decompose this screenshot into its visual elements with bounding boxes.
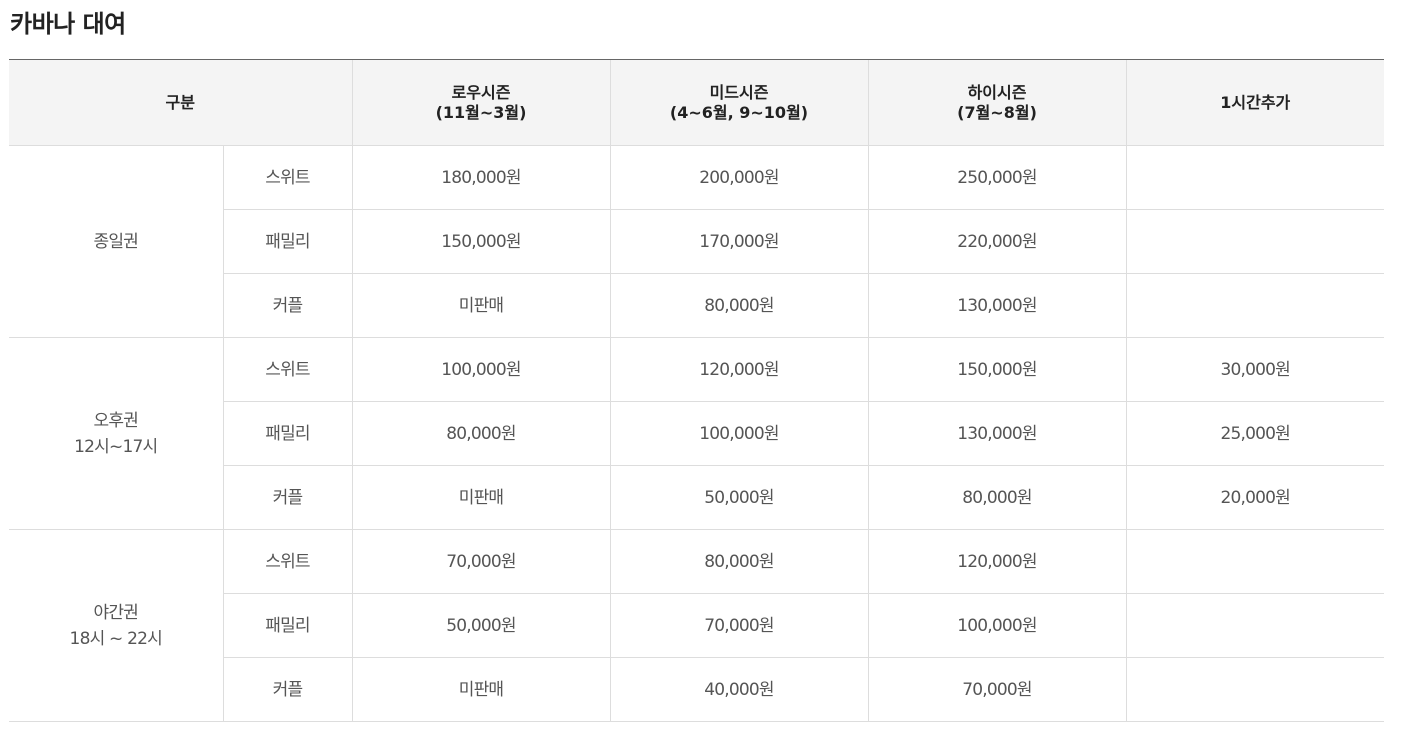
price-low: 미판매 (351, 657, 611, 722)
header-high-season-period: (7월~8월) (957, 102, 1037, 122)
price-low: 180,000원 (351, 145, 611, 210)
price-high: 70,000원 (867, 657, 1127, 722)
price-high: 130,000원 (867, 273, 1127, 338)
price-low: 50,000원 (351, 593, 611, 658)
price-extra: 30,000원 (1125, 337, 1385, 402)
room-type: 스위트 (222, 145, 353, 210)
group-time: 12시~17시 (74, 436, 158, 457)
room-type: 패밀리 (222, 593, 353, 658)
price-mid: 50,000원 (609, 465, 869, 530)
price-extra: 25,000원 (1125, 401, 1385, 466)
price-mid: 200,000원 (609, 145, 869, 210)
price-low: 100,000원 (351, 337, 611, 402)
table-row: 종일권 스위트 180,000원 200,000원 250,000원 (9, 145, 1385, 338)
price-mid: 120,000원 (609, 337, 869, 402)
price-extra (1125, 657, 1385, 722)
price-low: 80,000원 (351, 401, 611, 466)
price-low: 150,000원 (351, 209, 611, 274)
group-cell-afternoon: 오후권 12시~17시 (9, 337, 223, 530)
price-extra: 20,000원 (1125, 465, 1385, 530)
group-cell-night: 야간권 18시 ~ 22시 (9, 529, 223, 722)
price-mid: 80,000원 (609, 273, 869, 338)
group-time: 18시 ~ 22시 (69, 628, 163, 649)
price-mid: 80,000원 (609, 529, 869, 594)
group-name: 종일권 (93, 231, 139, 252)
price-extra (1125, 209, 1385, 274)
room-type: 패밀리 (222, 401, 353, 466)
header-row: 구분 로우시즌 (11월~3월) 미드시즌 (4~6월, 9~10월) 하이시즌… (9, 59, 1385, 146)
price-high: 120,000원 (867, 529, 1127, 594)
price-high: 250,000원 (867, 145, 1127, 210)
group-cell-full-day: 종일권 (9, 145, 223, 338)
table-body: 종일권 스위트 180,000원 200,000원 250,000원 패밀리 1… (9, 145, 1385, 722)
header-high-season-name: 하이시즌 (967, 82, 1027, 102)
price-extra (1125, 273, 1385, 338)
price-high: 220,000원 (867, 209, 1127, 274)
room-type: 커플 (222, 273, 353, 338)
price-low: 미판매 (351, 465, 611, 530)
room-type: 커플 (222, 465, 353, 530)
price-mid: 170,000원 (609, 209, 869, 274)
cabana-rate-table: 구분 로우시즌 (11월~3월) 미드시즌 (4~6월, 9~10월) 하이시즌… (9, 59, 1385, 722)
price-mid: 100,000원 (609, 401, 869, 466)
price-high: 100,000원 (867, 593, 1127, 658)
page: 카바나 대여 구분 로우시즌 (11월~3월) 미드시즌 (4~6월, 9~10… (0, 0, 1408, 741)
price-extra (1125, 145, 1385, 210)
price-low: 70,000원 (351, 529, 611, 594)
header-mid-season-name: 미드시즌 (709, 82, 769, 102)
price-high: 150,000원 (867, 337, 1127, 402)
header-mid-season-period: (4~6월, 9~10월) (669, 102, 809, 122)
header-extra-hour: 1시간추가 (1125, 59, 1385, 146)
header-low-season-period: (11월~3월) (435, 102, 527, 122)
header-high-season: 하이시즌 (7월~8월) (867, 59, 1127, 146)
room-type: 커플 (222, 657, 353, 722)
header-low-season: 로우시즌 (11월~3월) (351, 59, 611, 146)
header-low-season-name: 로우시즌 (451, 82, 511, 102)
room-type: 스위트 (222, 337, 353, 402)
price-low: 미판매 (351, 273, 611, 338)
group-name: 야간권 (93, 602, 139, 623)
header-category: 구분 (9, 59, 353, 146)
room-type: 스위트 (222, 529, 353, 594)
table-row: 야간권 18시 ~ 22시 스위트 70,000원 80,000원 120,00… (9, 529, 1385, 722)
room-type: 패밀리 (222, 209, 353, 274)
group-name: 오후권 (93, 410, 139, 431)
page-title: 카바나 대여 (10, 10, 126, 38)
price-extra (1125, 593, 1385, 658)
header-mid-season: 미드시즌 (4~6월, 9~10월) (609, 59, 869, 146)
table-row: 오후권 12시~17시 스위트 100,000원 120,000원 150,00… (9, 337, 1385, 530)
table-header: 구분 로우시즌 (11월~3월) 미드시즌 (4~6월, 9~10월) 하이시즌… (9, 59, 1385, 146)
price-extra (1125, 529, 1385, 594)
price-mid: 40,000원 (609, 657, 869, 722)
price-high: 80,000원 (867, 465, 1127, 530)
price-high: 130,000원 (867, 401, 1127, 466)
price-mid: 70,000원 (609, 593, 869, 658)
